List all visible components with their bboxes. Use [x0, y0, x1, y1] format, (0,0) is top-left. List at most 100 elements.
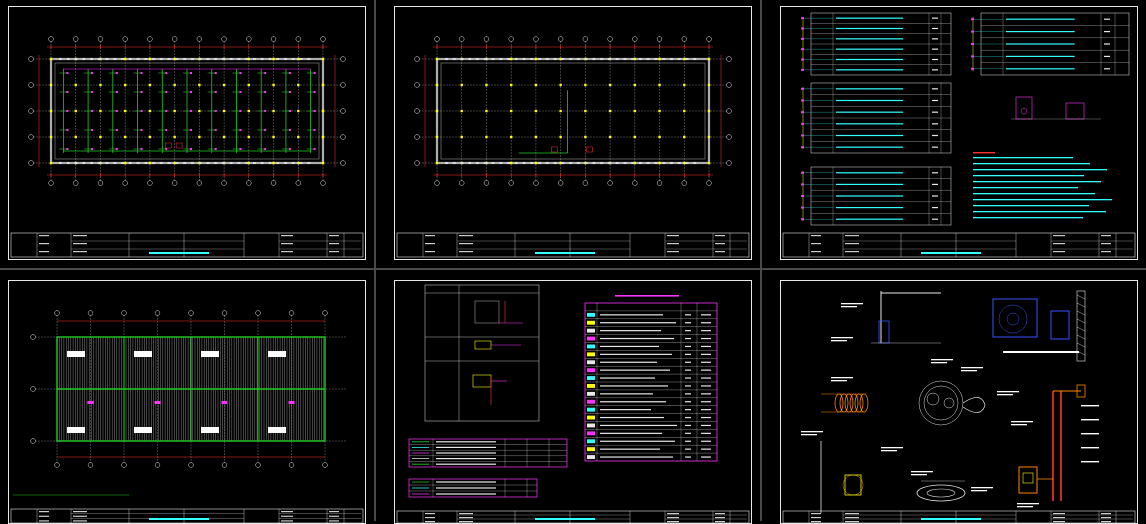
equipment-text-mark — [701, 353, 711, 355]
wall-hatch — [1076, 302, 1086, 308]
structural-column — [148, 135, 152, 139]
fixture-magenta — [239, 72, 242, 74]
equipment-text-mark — [701, 440, 711, 442]
title-block-text-mark — [1101, 251, 1111, 253]
equipment-text-mark — [685, 322, 691, 324]
wall-hatch — [507, 58, 511, 60]
title-block-text-mark — [667, 513, 679, 515]
sheet-6-details[interactable] — [780, 280, 1138, 524]
wall-hatch — [237, 58, 241, 60]
grid-bubble — [632, 36, 638, 42]
detail-text-mark — [831, 337, 853, 339]
grid-bubble — [533, 180, 539, 186]
sheet-4-drawing — [10, 310, 364, 523]
roof-tag — [134, 427, 152, 433]
wall-hatch — [677, 58, 681, 60]
structural-column — [222, 83, 226, 87]
wall-hatch — [553, 58, 557, 60]
title-block-bar — [535, 252, 595, 254]
structural-column — [435, 83, 439, 87]
riser-node — [801, 183, 804, 186]
title-block-text-mark — [1053, 243, 1065, 245]
structural-column — [297, 83, 300, 87]
fixture-magenta — [239, 91, 242, 93]
structural-column — [534, 109, 538, 113]
wall-hatch — [623, 162, 627, 164]
title-block-text-mark — [281, 515, 293, 517]
wall-hatch — [299, 162, 303, 164]
sheet-5-drawing — [396, 284, 750, 523]
pipe-insulation-ring — [854, 393, 864, 413]
detail-text-mark — [931, 362, 947, 364]
grid-bubble — [221, 462, 228, 468]
wall-hatch — [152, 58, 156, 60]
wall-hatch — [685, 58, 689, 60]
detail-text-mark — [971, 487, 993, 489]
fixture-magenta — [313, 129, 316, 131]
pipe-insulation-ring — [839, 393, 849, 413]
equipment-text-mark — [701, 456, 711, 458]
detail-text-mark — [841, 306, 857, 308]
schedule-text-mark — [1104, 55, 1110, 57]
schedule-text-mark — [836, 17, 904, 19]
equipment-text-mark — [685, 409, 691, 411]
grid-bubble — [171, 36, 178, 42]
wall-hatch — [693, 58, 697, 60]
detail-text-mark — [1011, 424, 1027, 426]
title-block-text-mark — [1053, 251, 1065, 253]
title-block-text-mark — [715, 517, 725, 519]
wall-hatch — [276, 162, 280, 164]
wall-hatch — [113, 162, 117, 164]
sheet-5-legend[interactable] — [394, 280, 752, 524]
title-block-text-mark — [459, 517, 473, 519]
fixture-magenta — [239, 129, 242, 131]
sheet-2-structure-floor-plan[interactable] — [394, 6, 752, 260]
equipment-symbol — [587, 344, 595, 349]
roof-tag — [134, 351, 152, 357]
title-block-text-mark — [667, 235, 679, 237]
wall-hatch — [307, 162, 311, 164]
schedule-text-mark — [1104, 43, 1110, 45]
title-block-text-mark — [459, 235, 473, 237]
wall-hatch — [452, 58, 456, 60]
grid-bubble — [73, 36, 79, 42]
grid-bubble — [28, 134, 34, 140]
schedule-text-mark — [836, 207, 904, 209]
equipment-text-mark — [685, 424, 691, 427]
fixture-magenta — [165, 110, 168, 112]
sheet-3-schedules[interactable] — [780, 6, 1138, 260]
fixture-magenta — [115, 148, 118, 150]
grid-bubble — [726, 108, 732, 114]
wall-hatch — [291, 162, 295, 164]
sheet-1-mep-floor-plan[interactable] — [8, 6, 366, 260]
schedule-text-mark — [932, 183, 938, 185]
wall-hatch — [74, 58, 78, 60]
structural-column — [148, 57, 152, 61]
wall-hatch — [576, 58, 580, 60]
equipment-text-mark — [685, 353, 691, 355]
structural-column — [272, 135, 275, 139]
wall-hatch — [183, 58, 187, 60]
structural-column — [49, 135, 53, 139]
grid-bubble — [320, 36, 326, 42]
equipment-text-mark — [685, 330, 691, 332]
grid-bubble — [28, 82, 34, 88]
structural-column — [297, 109, 300, 113]
riser-node — [801, 206, 804, 209]
wall-hatch — [460, 58, 464, 60]
grid-bubble — [414, 82, 420, 88]
structural-column — [608, 109, 612, 113]
equipment-text-mark — [685, 440, 691, 442]
legend-text-mark — [436, 452, 496, 454]
title-block-text-mark — [329, 511, 339, 513]
title-block-text-mark — [425, 521, 435, 523]
sheet-4-roof-plan[interactable] — [8, 280, 366, 524]
equipment-text-mark — [701, 377, 711, 379]
title-block-text-mark — [329, 515, 339, 517]
detail-text-mark — [1011, 421, 1033, 423]
grid-bubble — [340, 108, 346, 114]
wall-hatch — [576, 162, 580, 164]
title-block-bar — [535, 518, 595, 520]
structural-column — [123, 57, 127, 61]
grid-bubble — [73, 180, 79, 186]
